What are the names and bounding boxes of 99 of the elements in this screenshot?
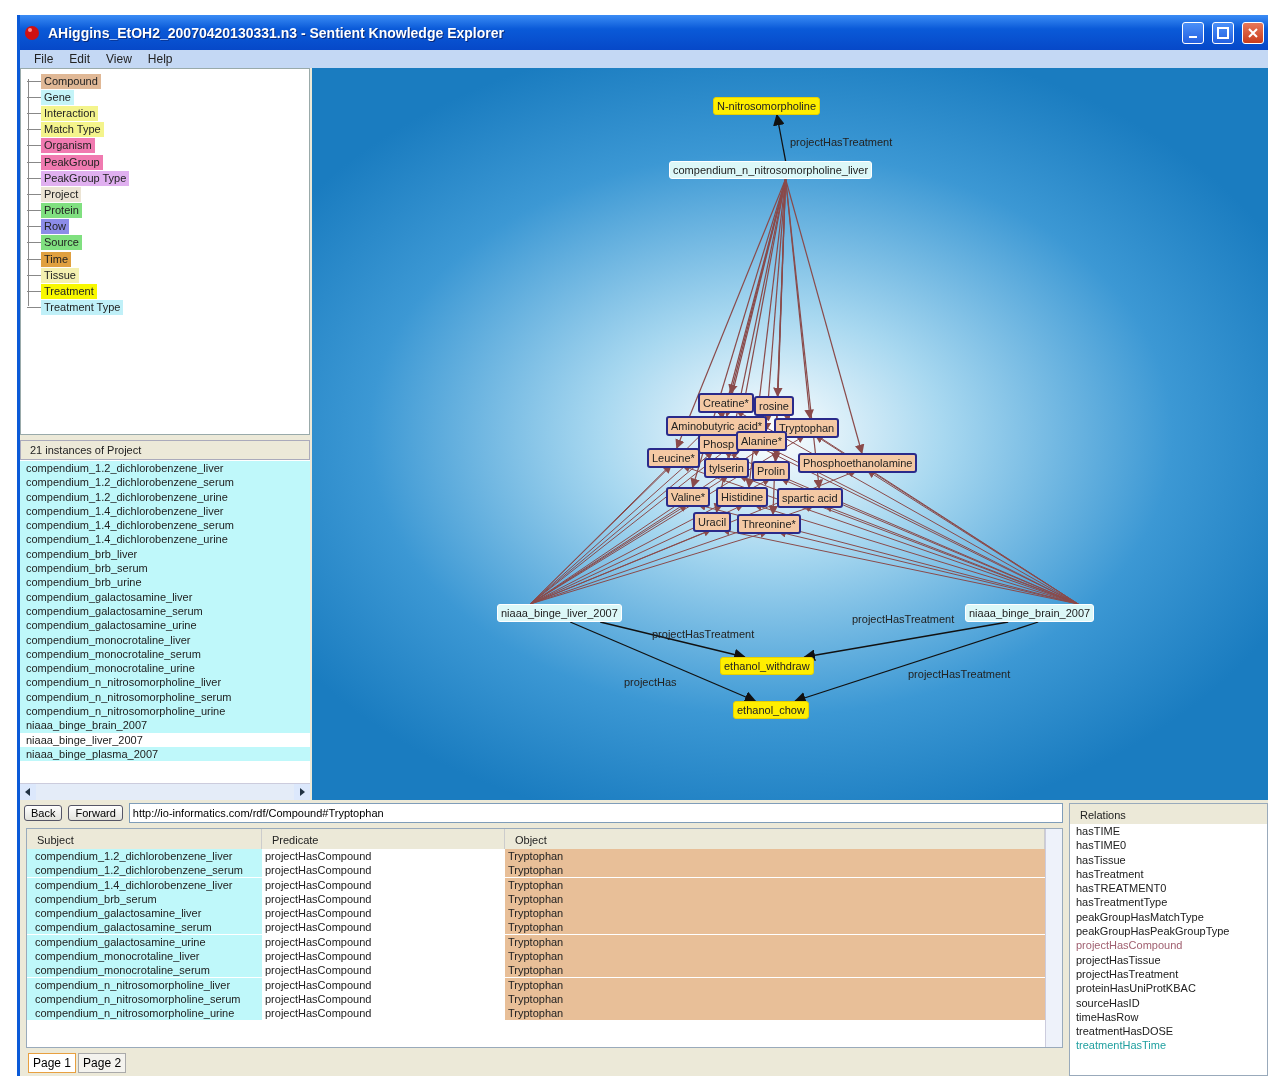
graph-node[interactable]: ethanol_chow [733,701,809,719]
graph-node[interactable]: Valine* [666,487,711,507]
tree-item[interactable]: Gene [41,89,74,105]
list-item[interactable]: compendium_1.2_dichlorobenzene_serum [20,475,310,490]
edge-label: projectHasTreatment [652,628,755,640]
relation-item[interactable]: hasTIME0 [1070,838,1267,853]
graph-node[interactable]: Tryptophan [774,418,840,438]
table-cell: compendium_1.2_dichlorobenzene_serum [27,863,262,879]
relations-header: Relations [1070,804,1267,824]
list-item[interactable]: compendium_n_nitrosomorpholine_urine [20,704,310,719]
graph-node[interactable]: spartic acid [777,488,843,508]
tree-item[interactable]: Treatment Type [41,300,124,316]
list-item[interactable]: compendium_n_nitrosomorpholine_liver [20,675,310,690]
tree-item[interactable]: Time [41,251,72,267]
graph-node[interactable]: compendium_n_nitrosomorpholine_liver [669,161,873,179]
list-item[interactable]: compendium_1.4_dichlorobenzene_urine [20,532,310,547]
graph-node[interactable]: Aminobutyric acid* [666,416,768,436]
edge-label: projectHasTreatment [908,668,1011,680]
relation-item[interactable]: peakGroupHasMatchType [1070,909,1267,925]
list-header: 21 instances of Project [20,440,310,460]
relation-item[interactable]: sourceHasID [1070,995,1267,1010]
table-cell: compendium_galactosamine_serum [27,920,262,936]
graph-node[interactable]: rosine [754,396,794,416]
tree-item[interactable]: Protein [41,203,82,219]
scroll-left-icon[interactable] [24,788,32,796]
tree-item[interactable]: Row [41,219,69,235]
page-tab[interactable]: Page 2 [78,1053,127,1073]
table-cell: Tryptophan [505,1006,1045,1022]
list-item[interactable]: compendium_1.2_dichlorobenzene_liver [20,461,310,476]
relation-item[interactable]: hasTIME [1070,824,1267,839]
table-cell: Tryptophan [505,963,1045,979]
minimize-icon [1189,35,1197,38]
graph-node[interactable]: Uracil [693,512,732,532]
graph-node[interactable]: Histidine [716,487,769,507]
menu-item[interactable]: Help [147,52,173,66]
relation-item[interactable]: peakGroupHasPeakGroupType [1070,924,1267,939]
menu-item[interactable]: Edit [69,52,91,66]
relation-item[interactable]: hasTissue [1070,852,1267,867]
relation-item[interactable]: proteinHasUniProtKBAC [1070,981,1267,996]
graph-node[interactable]: niaaa_binge_liver_2007 [497,604,622,622]
graph-node[interactable]: niaaa_binge_brain_2007 [965,604,1095,622]
tree-item[interactable]: PeakGroup Type [41,170,130,186]
list-item[interactable]: compendium_brb_urine [20,575,310,590]
edge-label: projectHas [624,676,677,688]
graph-node[interactable]: Phosphoethanolamine [798,453,918,473]
tree-item[interactable]: Compound [41,73,101,89]
menu-item[interactable]: View [106,52,132,66]
scroll-right-icon[interactable] [298,788,306,796]
table-cell: Tryptophan [505,920,1045,936]
graph-node[interactable]: Creatine* [698,393,754,413]
scrollbar[interactable] [1045,829,1062,1047]
page-tab[interactable]: Page 1 [28,1053,77,1073]
relation-item[interactable]: hasTreatment [1070,866,1267,882]
edge-label: projectHasTreatment [852,613,955,625]
list-item[interactable]: compendium_galactosamine_urine [20,618,310,633]
tree-item[interactable]: Organism [41,138,95,154]
minimize-button[interactable] [1182,21,1204,44]
tree-item[interactable]: Tissue [41,267,79,283]
maximize-icon [1217,26,1229,39]
list-item[interactable]: niaaa_binge_brain_2007 [20,718,310,733]
menu-item[interactable]: File [34,52,54,66]
close-button[interactable] [1242,21,1264,44]
list-item[interactable]: compendium_brb_serum [20,561,310,576]
tree-item[interactable]: PeakGroup [41,154,103,170]
table-cell: compendium_n_nitrosomorpholine_urine [27,1006,262,1022]
scrollbar[interactable] [20,783,310,800]
table-cell: compendium_monocrotaline_serum [27,963,262,979]
relation-item[interactable]: treatmentHasDOSE [1070,1024,1267,1039]
relation-item[interactable]: projectHasTissue [1070,952,1267,967]
list-item[interactable]: compendium_1.4_dichlorobenzene_serum [20,518,310,533]
graph-node[interactable]: N-nitrosomorpholine [713,97,821,115]
relation-item[interactable]: hasTREATMENT0 [1070,881,1267,896]
graph-node[interactable]: Leucine* [647,448,700,468]
tree-item[interactable]: Treatment [41,284,97,300]
graph-node[interactable]: tylserin [704,458,749,478]
edge-arrow [773,113,787,162]
forward-button[interactable]: Forward [68,805,123,821]
app-icon [24,24,40,41]
tree-item[interactable]: Source [41,235,82,251]
relation-item[interactable]: hasTreatmentType [1070,895,1267,910]
list-item[interactable]: compendium_monocrotaline_urine [20,661,310,676]
graph-node[interactable]: Alanine* [736,431,787,451]
graph-node[interactable]: Phosp [698,434,740,454]
close-icon [1247,26,1259,39]
tree-item[interactable]: Match Type [41,122,104,138]
table-cell: Tryptophan [505,863,1045,879]
graph-node[interactable]: Prolin [752,461,791,481]
tree-item[interactable]: Interaction [41,105,99,121]
relation-item[interactable]: timeHasRow [1070,1009,1267,1025]
relation-item[interactable]: projectHasTreatment [1070,966,1267,982]
relation-item[interactable]: projectHasCompound [1070,938,1267,953]
window-title: AHiggins_EtOH2_20070420130331.n3 - Sentient Knowledge Explorer [48,24,505,41]
graph-node[interactable]: ethanol_withdraw [720,657,814,675]
address-field[interactable]: http://io-informatics.com/rdf/Compound#Tryptophan [128,803,1063,823]
graph-node[interactable]: Threonine* [737,514,801,534]
edge-label: projectHasTreatment [790,136,893,148]
back-button[interactable]: Back [24,805,63,821]
tree-item[interactable]: Project [41,186,82,202]
maximize-button[interactable] [1212,21,1234,44]
